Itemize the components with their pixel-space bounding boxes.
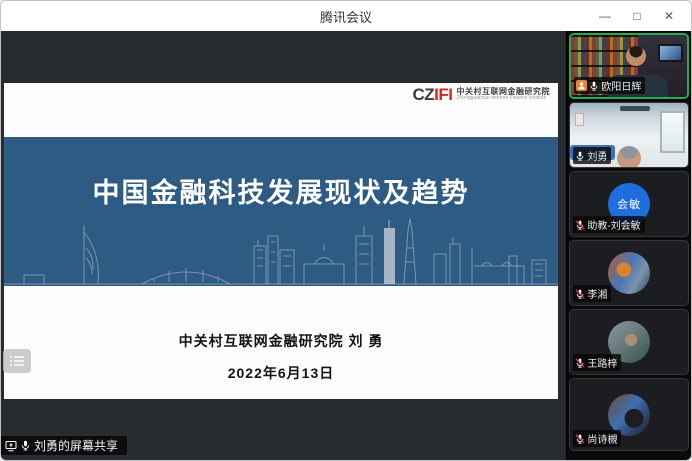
participant-name-tag: 尚诗槻 — [573, 430, 621, 447]
avatar-initials: 会敏 — [617, 196, 641, 212]
logo-org-en: Zhongguancun Internet Finance Institute — [457, 96, 551, 102]
slide-title-banner: 中国金融科技发展现状及趋势 — [4, 137, 558, 286]
slide-date-line: 2022年6月13日 — [4, 363, 558, 383]
participant-name: 尚诗槻 — [587, 431, 617, 446]
panel-toggle-button[interactable] — [3, 349, 31, 373]
czifi-logo: CZIFI 中关村互联网金融研究院 Zhongguancun Internet … — [412, 86, 550, 103]
participant-tile-liuhuimin[interactable]: 会敏 助教-刘会敏 — [569, 171, 689, 237]
monitor-in-video — [658, 44, 683, 62]
avatar — [608, 252, 650, 294]
tencent-meeting-window: 腾讯会议 — □ ✕ CZIFI 中关村互联网金融研究院 Zhongguancu… — [0, 0, 692, 461]
minimize-button[interactable]: — — [589, 1, 621, 31]
logo-cz: CZ — [412, 85, 434, 104]
window-title: 腾讯会议 — [320, 7, 372, 26]
meeting-content: CZIFI 中关村互联网金融研究院 Zhongguancun Internet … — [1, 31, 691, 460]
mic-muted-icon — [575, 220, 585, 230]
presentation-slide: CZIFI 中关村互联网金融研究院 Zhongguancun Internet … — [4, 83, 558, 399]
mic-on-icon — [589, 81, 599, 91]
mic-muted-icon — [575, 289, 585, 299]
participant-name: 李湘 — [587, 286, 607, 301]
list-icon — [9, 355, 25, 367]
mic-muted-icon — [575, 434, 585, 444]
close-button[interactable]: ✕ — [653, 1, 685, 31]
city-skyline-graphic — [4, 218, 558, 286]
logo-org-names: 中关村互联网金融研究院 Zhongguancun Internet Financ… — [457, 87, 551, 102]
participant-name: 助教-刘会敏 — [587, 217, 640, 232]
participant-tile-ouyangrihui[interactable]: 欧阳日辉 — [569, 33, 689, 99]
screen-share-badge: 刘勇的屏幕共享 — [1, 436, 127, 455]
slide-title: 中国金融科技发展现状及趋势 — [4, 171, 558, 210]
slide-author-line: 中关村互联网金融研究院 刘 勇 — [4, 331, 558, 351]
window-controls: — □ ✕ — [589, 1, 685, 31]
participant-name: 欧阳日辉 — [601, 78, 641, 93]
participants-sidebar: 欧阳日辉 — [566, 31, 691, 460]
microphone-icon — [20, 440, 31, 451]
czifi-logo-text: CZIFI — [412, 86, 452, 103]
participant-tile-wangluzi[interactable]: 王路梓 — [569, 309, 689, 375]
maximize-button[interactable]: □ — [621, 1, 653, 31]
participant-tile-shangshigui[interactable]: 尚诗槻 — [569, 378, 689, 451]
window-titlebar: 腾讯会议 — □ ✕ — [1, 1, 691, 31]
window-in-video — [660, 111, 685, 153]
participant-name: 刘勇 — [587, 148, 607, 163]
participant-tile-liuyong[interactable]: 刘勇 — [569, 102, 689, 168]
participant-name-tag: 助教-刘会敏 — [573, 216, 644, 233]
screen-share-text: 刘勇的屏幕共享 — [34, 437, 118, 454]
participant-tile-lixiang[interactable]: 李湘 — [569, 240, 689, 306]
logo-ifi: IFI — [434, 85, 452, 104]
screen-share-icon — [5, 440, 17, 452]
participant-name-tag: 刘勇 — [573, 147, 611, 164]
participant-name-tag: 王路梓 — [573, 354, 621, 371]
mic-on-icon — [575, 151, 585, 161]
host-icon — [576, 80, 587, 91]
participant-name-tag: 欧阳日辉 — [574, 77, 645, 94]
shared-screen-area: CZIFI 中关村互联网金融研究院 Zhongguancun Internet … — [1, 31, 566, 460]
participant-name: 王路梓 — [587, 355, 617, 370]
mic-muted-icon — [575, 358, 585, 368]
participant-name-tag: 李湘 — [573, 285, 611, 302]
